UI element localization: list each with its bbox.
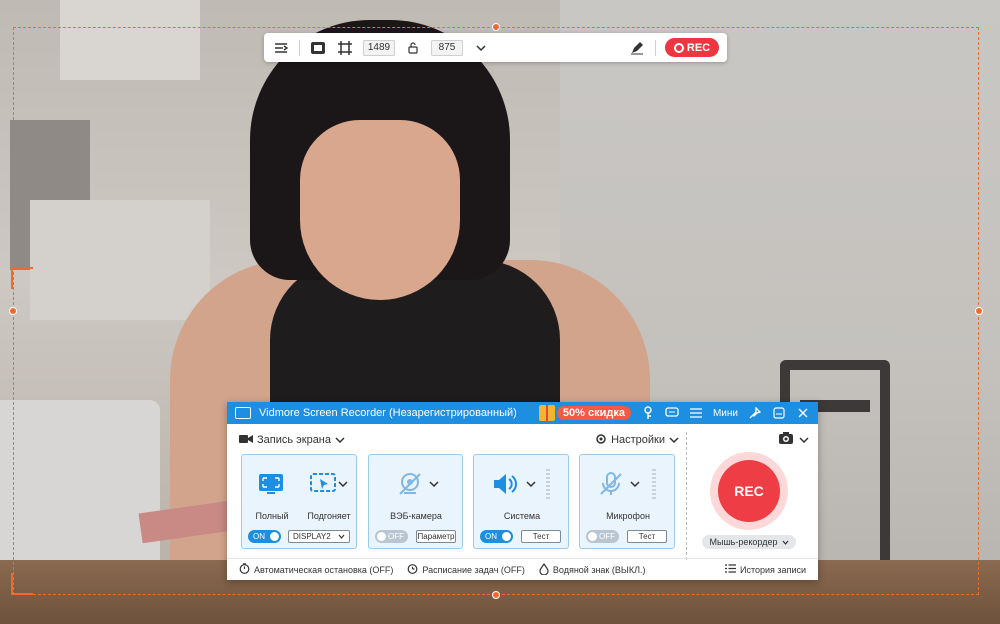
chevron-down-icon[interactable] <box>799 434 809 446</box>
section-divider <box>686 432 687 560</box>
full-label: Полный <box>255 511 289 521</box>
settings-label: Настройки <box>611 434 665 446</box>
chevron-down-icon[interactable] <box>524 471 538 497</box>
speaker-icon[interactable] <box>492 471 518 497</box>
rec-button-glow: REC <box>710 452 788 530</box>
watermark-label: Водяной знак (ВЫКЛ.) <box>552 564 646 575</box>
alarm-clock-icon <box>407 563 418 576</box>
region-corner-marker-left-bottom <box>11 573 33 595</box>
water-drop-icon <box>539 562 549 577</box>
mic-toggle[interactable]: OFF <box>586 530 619 543</box>
fullscreen-icon[interactable] <box>258 471 284 497</box>
schedule-label: Расписание задач (OFF) <box>422 564 525 575</box>
webcam-params-button[interactable]: Параметр <box>416 530 456 543</box>
window-title: Vidmore Screen Recorder (Незарегистриров… <box>259 407 517 419</box>
system-test-button[interactable]: Тест <box>521 530 561 543</box>
chevron-down-icon <box>782 537 789 547</box>
region-corner-marker-left-top <box>11 267 33 289</box>
system-audio-card: Система ON Тест <box>473 454 569 549</box>
chevron-down-icon[interactable] <box>628 471 642 497</box>
mouse-recorder-label: Мышь-рекордер <box>709 537 778 547</box>
camera-mode-icon <box>239 434 253 447</box>
record-icon <box>673 42 684 53</box>
mini-mode-button[interactable]: Мини <box>713 408 738 419</box>
region-handle-left[interactable] <box>9 307 17 315</box>
toolbar-divider <box>655 39 656 56</box>
region-width-input[interactable]: 1489 <box>363 39 395 56</box>
display-toggle[interactable]: ON <box>248 530 281 543</box>
microphone-off-icon[interactable] <box>598 471 624 497</box>
region-toolbar: 1489 875 REC <box>264 33 727 62</box>
select-region-icon[interactable] <box>309 39 327 57</box>
lock-ratio-icon[interactable] <box>404 39 422 57</box>
gear-icon <box>595 433 607 448</box>
chevron-down-icon[interactable] <box>335 434 345 446</box>
pen-icon[interactable] <box>628 39 646 57</box>
recorder-window: Vidmore Screen Recorder (Незарегистриров… <box>227 402 818 580</box>
system-label: Система <box>503 511 541 521</box>
webcam-off-icon[interactable] <box>397 471 423 497</box>
watermark-button[interactable]: Водяной знак (ВЫКЛ.) <box>539 562 646 577</box>
history-button[interactable]: История записи <box>725 564 806 575</box>
custom-region-icon[interactable] <box>336 39 354 57</box>
rec-button-toolbar[interactable]: REC <box>665 38 719 57</box>
feedback-icon[interactable] <box>665 406 679 420</box>
toolbar-divider <box>299 39 300 56</box>
display-select[interactable]: DISPLAY2 <box>288 530 350 543</box>
webcam-label: ВЭБ-камера <box>390 511 442 521</box>
menu-icon[interactable] <box>689 406 703 420</box>
webcam-card: ВЭБ-камера OFF Параметр <box>368 454 463 549</box>
screenshot-controls <box>779 432 809 447</box>
minimize-icon[interactable] <box>772 406 786 420</box>
mic-label: Микрофон <box>606 511 650 521</box>
mic-test-button[interactable]: Тест <box>627 530 667 543</box>
history-label: История записи <box>740 564 806 575</box>
screenshot-camera-icon[interactable] <box>779 432 793 447</box>
title-bar[interactable]: Vidmore Screen Recorder (Незарегистриров… <box>227 402 818 424</box>
fit-label: Подгоняет <box>307 511 351 521</box>
chevron-down-icon[interactable] <box>336 471 350 497</box>
display-card: Полный Подгоняет ON DISPLAY2 <box>241 454 357 549</box>
key-icon[interactable] <box>641 406 655 420</box>
rec-button[interactable]: REC <box>718 460 780 522</box>
list-icon <box>725 564 737 575</box>
webcam-toggle[interactable]: OFF <box>375 530 408 543</box>
chevron-down-icon <box>338 532 345 541</box>
footer-bar: Автоматическая остановка (OFF) Расписани… <box>227 558 818 580</box>
mode-dropdown[interactable]: Запись экрана <box>257 434 331 446</box>
gift-icon <box>538 405 555 421</box>
rec-label: REC <box>686 41 711 54</box>
chevron-down-icon <box>669 434 679 446</box>
discount-label: 50% скидка <box>556 406 631 420</box>
display-select-value: DISPLAY2 <box>293 532 331 541</box>
settings-button[interactable]: Настройки <box>595 433 679 448</box>
microphone-card: Микрофон OFF Тест <box>579 454 675 549</box>
region-handle-bottom[interactable] <box>492 591 500 599</box>
promo-badge[interactable]: 50% скидка <box>538 405 631 421</box>
system-toggle[interactable]: ON <box>480 530 513 543</box>
chevron-down-icon[interactable] <box>472 39 490 57</box>
custom-area-icon[interactable] <box>310 471 336 497</box>
region-height-input[interactable]: 875 <box>431 39 463 56</box>
chevron-down-icon[interactable] <box>427 471 441 497</box>
region-handle-top[interactable] <box>492 23 500 31</box>
auto-stop-label: Автоматическая остановка (OFF) <box>254 564 394 575</box>
mode-row: Запись экрана Настройки <box>239 432 679 448</box>
mic-volume-slider[interactable] <box>652 469 656 499</box>
mouse-recorder-button[interactable]: Мышь-рекордер <box>702 535 796 549</box>
stopwatch-icon <box>239 563 250 576</box>
close-icon[interactable] <box>796 406 810 420</box>
system-volume-slider[interactable] <box>546 469 550 499</box>
auto-stop-button[interactable]: Автоматическая остановка (OFF) <box>239 563 393 576</box>
region-handle-right[interactable] <box>975 307 983 315</box>
pin-icon[interactable] <box>748 406 762 420</box>
app-logo-icon <box>235 407 251 419</box>
schedule-button[interactable]: Расписание задач (OFF) <box>407 563 525 576</box>
collapse-toolbar-icon[interactable] <box>272 39 290 57</box>
